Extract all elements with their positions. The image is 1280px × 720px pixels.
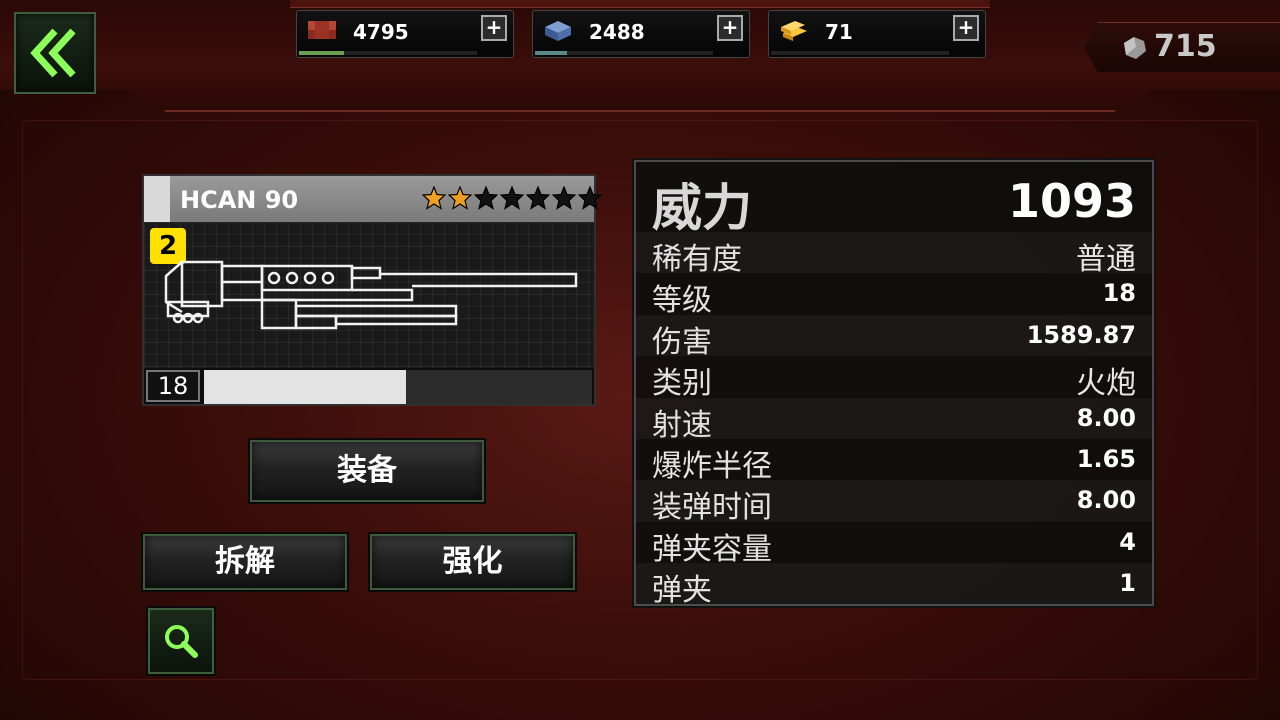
steel-progress <box>535 51 713 55</box>
weapon-level-bar: 18 <box>144 368 594 404</box>
stat-label: 类别 <box>652 366 712 402</box>
equip-button[interactable]: 装备 <box>250 440 484 502</box>
star-empty-icon <box>526 186 550 210</box>
back-button[interactable] <box>14 12 96 94</box>
star-filled-icon <box>422 186 446 210</box>
disassemble-button[interactable]: 拆解 <box>143 534 347 590</box>
stat-value: 1 <box>1119 569 1136 598</box>
weapon-preview: 2 <box>144 222 594 368</box>
upgrade-button[interactable]: 强化 <box>370 534 575 590</box>
stat-row: 射速 8.00 <box>636 397 1152 443</box>
bricks-progress <box>299 51 477 55</box>
resource-gold: 71 + <box>768 10 986 58</box>
stat-value: 普通 <box>1076 242 1136 277</box>
stat-label: 稀有度 <box>652 242 742 277</box>
star-empty-icon <box>500 186 524 210</box>
stat-row: 伤害 1589.87 <box>636 314 1152 360</box>
stat-value: 8.00 <box>1076 486 1136 515</box>
top-strip <box>290 0 990 8</box>
add-bricks-button[interactable]: + <box>481 15 507 41</box>
cannon-icon <box>164 260 578 330</box>
stat-value: 8.00 <box>1076 403 1136 432</box>
inspect-button[interactable] <box>148 608 214 674</box>
weapon-xp-progress <box>204 370 592 404</box>
resource-steel: 2488 + <box>532 10 750 58</box>
stat-value: 火炮 <box>1076 366 1136 402</box>
gold-progress <box>771 51 949 55</box>
stat-label: 射速 <box>652 407 712 443</box>
magnifier-icon <box>165 625 198 658</box>
stat-label: 弹夹 <box>652 573 712 609</box>
power-value: 1093 <box>1007 174 1136 228</box>
weapon-card: HCAN 90 2 18 <box>142 174 602 406</box>
gold-bar-icon <box>781 21 807 41</box>
stat-label: 爆炸半径 <box>652 448 772 484</box>
stat-label: 等级 <box>652 283 712 319</box>
power-label: 威力 <box>652 179 752 237</box>
bricks-icon <box>308 21 336 39</box>
weapon-name: HCAN 90 <box>180 186 299 214</box>
bricks-value: 4795 <box>353 20 409 44</box>
stat-row: 装弹时间 8.00 <box>636 480 1152 525</box>
add-gold-button[interactable]: + <box>953 15 979 41</box>
stats-panel: 威力 1093 稀有度 普通 等级 18 伤害 1589.87 类别 火炮 射速 8.00… <box>634 160 1154 608</box>
stat-row: 爆炸半径 1.65 <box>636 439 1152 484</box>
double-chevron-left-icon <box>30 28 76 78</box>
steel-value: 2488 <box>589 20 645 44</box>
add-steel-button[interactable]: + <box>717 15 743 41</box>
premium-currency: 715 <box>1084 22 1280 72</box>
stat-value: 4 <box>1119 527 1136 556</box>
steel-crate-icon <box>545 21 571 41</box>
stat-row: 等级 18 <box>636 273 1152 318</box>
stat-list: 稀有度 普通 等级 18 伤害 1589.87 类别 火炮 射速 8.00 爆炸半径 1.6… <box>636 232 1152 608</box>
star-filled-icon <box>448 186 472 210</box>
stat-row: 弹夹容量 4 <box>636 522 1152 567</box>
star-empty-icon <box>474 186 498 210</box>
weapon-level: 18 <box>146 370 200 402</box>
star-empty-icon <box>552 186 576 210</box>
weapon-card-header: HCAN 90 <box>144 176 602 222</box>
stat-row: 类别 火炮 <box>636 356 1152 401</box>
stat-label: 弹夹容量 <box>652 531 772 567</box>
stat-value: 1589.87 <box>1026 320 1136 349</box>
gold-value: 71 <box>825 20 853 44</box>
stat-value: 1.65 <box>1076 444 1136 473</box>
resource-bricks: 4795 + <box>296 10 514 58</box>
stat-value: 18 <box>1102 279 1136 308</box>
stat-label: 装弹时间 <box>652 490 772 526</box>
stat-label: 伤害 <box>652 324 712 360</box>
power-row: 威力 1093 <box>636 162 1152 237</box>
stat-row: 稀有度 普通 <box>636 232 1152 277</box>
star-empty-icon <box>578 186 602 210</box>
rarity-stars <box>422 186 602 210</box>
premium-value: 715 <box>1154 29 1217 64</box>
stat-row: 弹夹 1 <box>636 563 1152 608</box>
gem-icon <box>1124 37 1146 59</box>
